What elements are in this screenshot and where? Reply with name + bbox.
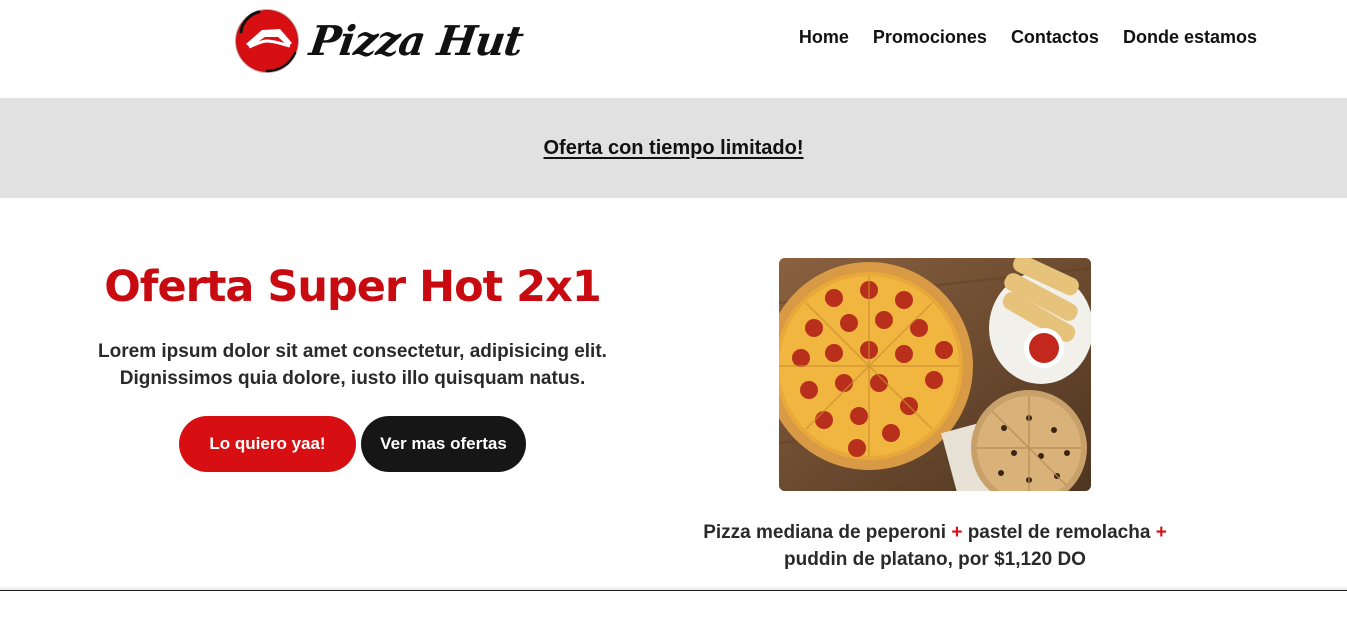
site-header: Pizza Hut Home Promociones Contactos Don… [0, 0, 1347, 98]
caption-part-3: puddin de platano, por $1,120 DO [784, 549, 1086, 570]
nav-item-promociones[interactable]: Promociones [873, 25, 987, 49]
offer-description-line-2: Dignissimos quia dolore, iusto illo quis… [119, 368, 586, 389]
section-divider [0, 590, 1347, 619]
nav-item-donde-estamos[interactable]: Donde estamos [1123, 25, 1257, 49]
caption-part-1: Pizza mediana de peperoni [703, 522, 947, 543]
offer-description-line-1: Lorem ipsum dolor sit amet consectetur, … [98, 341, 607, 362]
plus-sign: + [1155, 522, 1167, 543]
caption-part-2: pastel de remolacha [967, 522, 1151, 543]
pizza-combo-image [779, 258, 1091, 491]
nav-item-contactos[interactable]: Contactos [1011, 25, 1099, 49]
limited-offer-link[interactable]: Oferta con tiempo limitado! [543, 137, 803, 160]
offer-buttons: Lo quiero yaa! Ver mas ofertas [60, 416, 645, 472]
pizza-combo-illustration [779, 258, 1091, 491]
offer-description: Lorem ipsum dolor sit amet consectetur, … [60, 338, 645, 392]
lo-quiero-button[interactable]: Lo quiero yaa! [179, 416, 356, 472]
pizza-hut-roof-icon [235, 9, 299, 73]
product-section: Pizza mediana de peperoni + pastel de re… [700, 258, 1170, 573]
plus-sign: + [951, 522, 963, 543]
ver-mas-ofertas-button[interactable]: Ver mas ofertas [361, 416, 526, 472]
pizza-hut-logo[interactable]: Pizza Hut [232, 7, 526, 75]
offer-title: Oferta Super Hot 2x1 [104, 262, 602, 312]
main-nav: Home Promociones Contactos Donde estamos [799, 25, 1257, 49]
promo-band: Oferta con tiempo limitado! [0, 98, 1347, 198]
brand-wordmark: Pizza Hut [306, 17, 526, 65]
offer-section: Oferta Super Hot 2x1 Lorem ipsum dolor s… [60, 258, 645, 472]
nav-item-home[interactable]: Home [799, 25, 849, 49]
product-caption: Pizza mediana de peperoni + pastel de re… [700, 519, 1170, 573]
